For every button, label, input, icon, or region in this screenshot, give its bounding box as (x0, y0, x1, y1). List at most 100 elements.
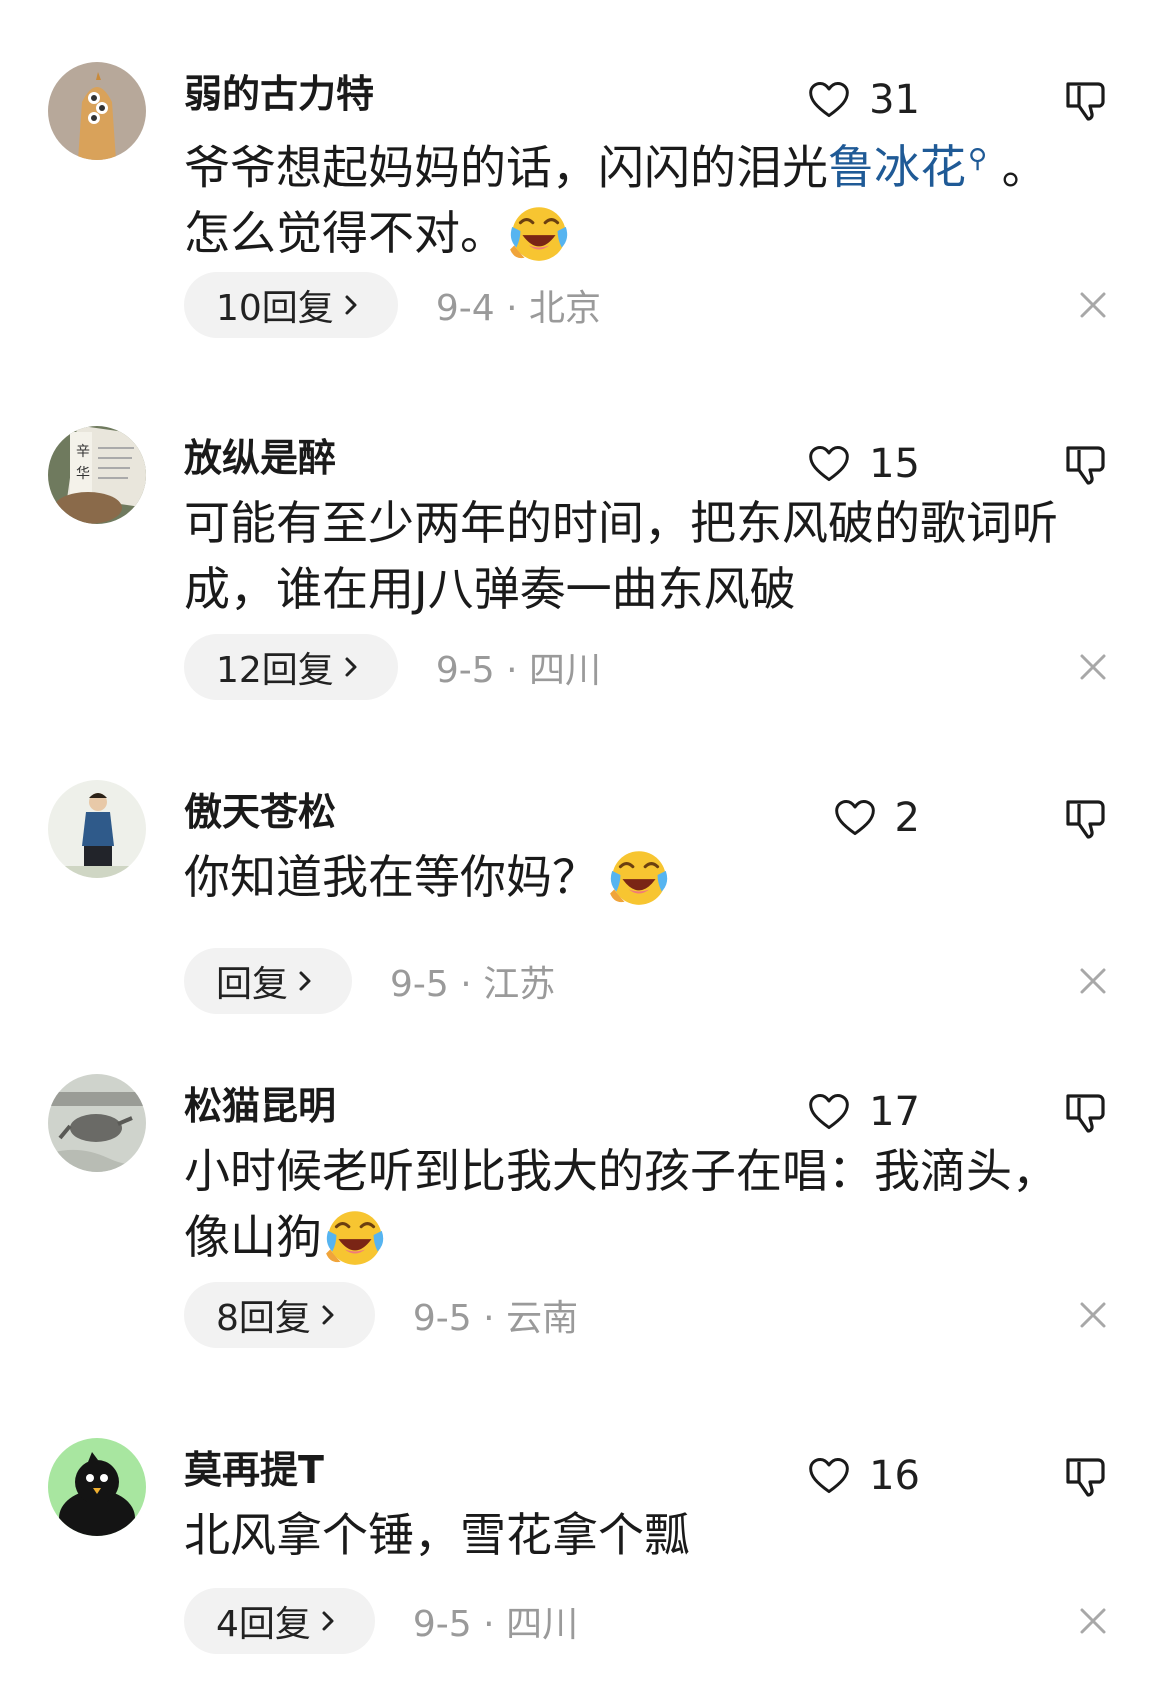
thumbs-down-outline-icon[interactable] (1062, 76, 1110, 124)
comment-location: 四川 (506, 1604, 579, 1645)
search-icon[interactable]: ⚲ (968, 144, 987, 174)
chevron-right-icon[interactable] (294, 970, 316, 992)
comment-meta: 9-5 · 云南 (413, 1289, 578, 1341)
svg-text:辛: 辛 (76, 444, 90, 460)
avatar[interactable]: 辛 华 (48, 426, 146, 524)
comment-meta: 9-5 · 江苏 (390, 955, 555, 1007)
svg-text:华: 华 (76, 466, 90, 482)
dislike-button[interactable] (1062, 76, 1110, 124)
comment-date: 9-5 (412, 1298, 472, 1339)
comment-location: 江苏 (483, 964, 556, 1005)
comment-text: 可能有至少两年的时间，把东风破的歌词听 成，谁在用J八弹奏一曲东风破 (184, 490, 1114, 622)
reply-label[interactable]: 回复 (216, 955, 288, 1007)
comment-text: 爷爷想起妈妈的话，闪闪的泪光鲁冰花⚲ 。 怎么觉得不对。 (184, 126, 1114, 270)
close-icon[interactable] (1076, 964, 1110, 998)
close-icon[interactable] (1076, 1604, 1110, 1638)
thumbs-down-outline-icon[interactable] (1062, 1088, 1110, 1136)
reply-button[interactable]: 12回复 (184, 634, 398, 700)
heart-outline-icon[interactable] (807, 442, 851, 486)
username[interactable]: 弱的古力特 (184, 68, 374, 120)
avatar[interactable] (48, 1074, 146, 1172)
meta-separator: · (506, 288, 518, 329)
heart-outline-icon[interactable] (833, 796, 877, 840)
comment-text-line: 成，谁在用J八弹奏一曲东风破 (184, 562, 796, 616)
like-button[interactable]: 15 (807, 440, 920, 488)
like-button[interactable]: 16 (807, 1452, 920, 1500)
comment-footer: 4回复 9-5 · 四川 (184, 1588, 578, 1654)
reply-button[interactable]: 10回复 (184, 272, 398, 338)
like-button[interactable]: 2 (833, 794, 920, 842)
comment-text: 小时候老听到比我大的孩子在唱：我滴头， 像山狗 (184, 1138, 1114, 1274)
like-count: 17 (869, 1089, 920, 1135)
comment-location: 北京 (528, 288, 601, 329)
dislike-button[interactable] (1062, 1088, 1110, 1136)
comment-footer: 8回复 9-5 · 云南 (184, 1282, 578, 1348)
dislike-button[interactable] (1062, 1452, 1110, 1500)
reply-button[interactable]: 回复 (184, 948, 353, 1014)
close-icon[interactable] (1076, 650, 1110, 684)
username[interactable]: 放纵是醉 (184, 432, 336, 484)
reply-label[interactable]: 12回复 (216, 641, 334, 693)
like-count: 31 (869, 77, 920, 123)
username[interactable]: 傲天苍松 (184, 786, 336, 838)
username[interactable]: 松猫昆明 (184, 1080, 336, 1132)
heart-outline-icon[interactable] (807, 1090, 851, 1134)
close-icon[interactable] (1076, 288, 1110, 322)
comment-date: 9-5 (435, 650, 495, 691)
comment-location: 云南 (506, 1298, 579, 1339)
username[interactable]: 莫再提T (184, 1444, 324, 1496)
chevron-right-icon[interactable] (340, 656, 362, 678)
reply-label[interactable]: 8回复 (216, 1289, 311, 1341)
comment-text-line: 像山狗 (184, 1210, 322, 1264)
laughing-crying-emoji (506, 200, 572, 266)
dislike-button[interactable] (1062, 440, 1110, 488)
reply-label[interactable]: 10回复 (216, 279, 334, 331)
chevron-right-icon[interactable] (340, 294, 362, 316)
comment-text-line: 小时候老听到比我大的孩子在唱：我滴头， (184, 1144, 1058, 1198)
thumbs-down-outline-icon[interactable] (1062, 440, 1110, 488)
reply-button[interactable]: 8回复 (184, 1282, 375, 1348)
search-link[interactable]: 鲁冰花⚲ (828, 140, 987, 194)
heart-outline-icon[interactable] (807, 78, 851, 122)
heart-outline-icon[interactable] (807, 1454, 851, 1498)
reply-label[interactable]: 4回复 (216, 1595, 311, 1647)
comment-footer: 10回复 9-4 · 北京 (184, 272, 601, 338)
comment-location: 四川 (528, 650, 601, 691)
comment-footer: 回复 9-5 · 江苏 (184, 948, 555, 1014)
comment-text-line: 可能有至少两年的时间，把东风破的歌词听 (184, 496, 1058, 550)
comment-text: 你知道我在等你妈？ (184, 844, 1114, 914)
comment-text-part: 。 (987, 140, 1048, 195)
like-button[interactable]: 17 (807, 1088, 920, 1136)
comment-date: 9-5 (412, 1604, 472, 1645)
like-count: 16 (869, 1453, 920, 1499)
chevron-right-icon[interactable] (317, 1610, 339, 1632)
comment-text-line: 北风拿个锤，雪花拿个瓢 (184, 1508, 690, 1562)
avatar[interactable] (48, 1438, 146, 1536)
thumbs-down-outline-icon[interactable] (1062, 1452, 1110, 1500)
thumbs-down-outline-icon[interactable] (1062, 794, 1110, 842)
comment-text-part: 爷爷想起妈妈的话，闪闪的泪光 (184, 140, 828, 195)
meta-separator: · (483, 1298, 495, 1339)
search-link-text[interactable]: 鲁冰花 (828, 140, 966, 194)
meta-separator: · (483, 1604, 495, 1645)
comment-text-line: 你知道我在等你妈？ (184, 850, 598, 904)
comment-meta: 9-5 · 四川 (436, 641, 601, 693)
close-icon[interactable] (1076, 1298, 1110, 1332)
like-button[interactable]: 31 (807, 76, 920, 124)
comment-meta: 9-5 · 四川 (413, 1595, 578, 1647)
chevron-right-icon[interactable] (317, 1304, 339, 1326)
comment-footer: 12回复 9-5 · 四川 (184, 634, 601, 700)
comment-date: 9-5 (390, 964, 449, 1005)
avatar[interactable] (48, 62, 146, 160)
like-count: 2 (894, 795, 920, 841)
dislike-button[interactable] (1062, 794, 1110, 842)
laughing-crying-emoji (322, 1204, 388, 1270)
laughing-crying-emoji (606, 844, 672, 910)
meta-separator: · (506, 650, 518, 691)
comment-date: 9-4 (435, 288, 495, 329)
reply-button[interactable]: 4回复 (184, 1588, 375, 1654)
comment-text: 北风拿个锤，雪花拿个瓢 (184, 1502, 1114, 1568)
like-count: 15 (869, 441, 920, 487)
meta-separator: · (460, 964, 472, 1005)
avatar[interactable] (48, 780, 146, 878)
